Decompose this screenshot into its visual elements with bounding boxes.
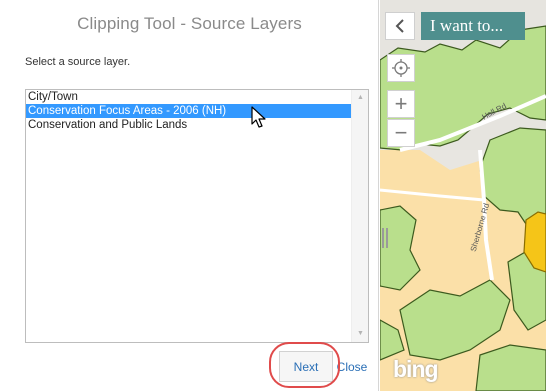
crosshair-icon — [392, 59, 410, 77]
clipping-tool-panel: Clipping Tool - Source Layers Select a s… — [0, 0, 379, 391]
source-layer-list[interactable]: City/Town Conservation Focus Areas - 200… — [25, 89, 369, 343]
zoom-in-button[interactable]: + — [387, 90, 415, 118]
zoom-out-button[interactable]: − — [387, 119, 415, 147]
prompt-text: Select a source layer. — [25, 56, 131, 68]
list-item-conservation-focus-areas[interactable]: Conservation Focus Areas - 2006 (NH) — [26, 104, 351, 118]
chevron-left-icon — [395, 19, 404, 33]
scroll-up-icon[interactable]: ▲ — [352, 91, 368, 105]
locate-button[interactable] — [387, 54, 415, 82]
bing-logo: bing — [393, 356, 439, 382]
list-item-conservation-public-lands[interactable]: Conservation and Public Lands — [26, 118, 351, 132]
map-resize-handle[interactable] — [382, 228, 388, 248]
scroll-down-icon[interactable]: ▼ — [352, 327, 368, 341]
list-item-city-town[interactable]: City/Town — [26, 90, 351, 104]
mouse-pointer-icon — [251, 106, 266, 128]
list-scrollbar[interactable]: ▲ ▼ — [351, 90, 368, 342]
i-want-to-button[interactable]: I want to... — [421, 12, 525, 40]
collapse-panel-button[interactable] — [385, 12, 415, 40]
panel-title: Clipping Tool - Source Layers — [77, 14, 302, 33]
annotation-highlight-ring — [269, 342, 340, 388]
